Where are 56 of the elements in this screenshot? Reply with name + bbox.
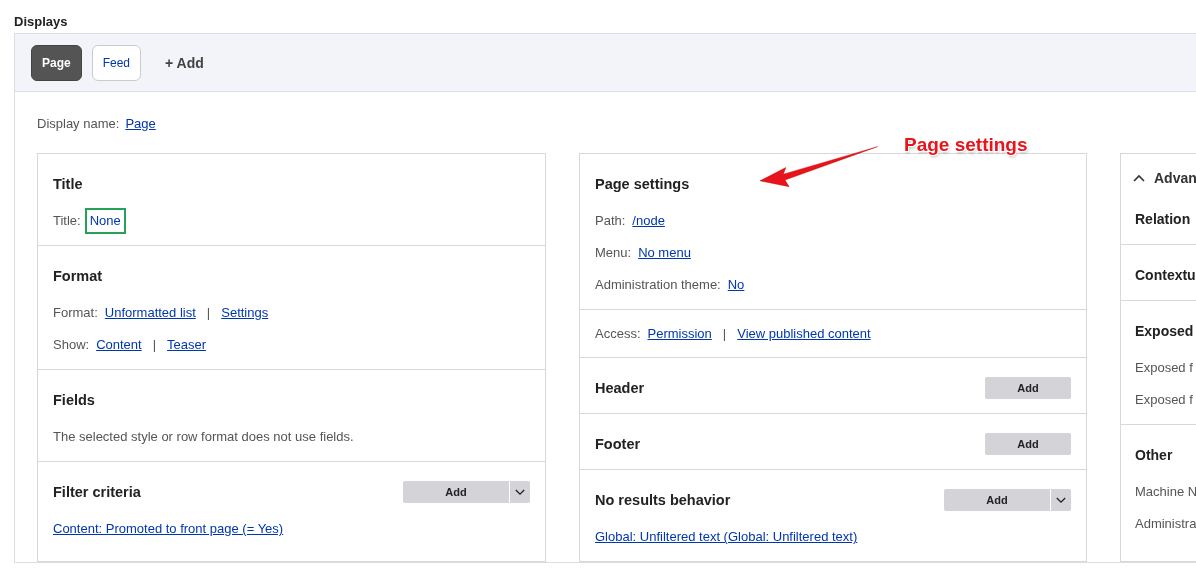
setting-link[interactable]: No menu <box>638 243 691 263</box>
section-title: Page settings <box>595 176 690 192</box>
display-tab[interactable]: Feed <box>91 44 142 81</box>
dropdown-toggle[interactable] <box>509 481 530 503</box>
separator: | <box>721 325 728 343</box>
setting-label: Exposed f <box>1135 391 1193 409</box>
setting-link[interactable]: Unformatted list <box>104 303 196 323</box>
add-button[interactable]: Add <box>944 489 1050 511</box>
display-tab[interactable]: Page <box>31 44 82 81</box>
separator: | <box>205 304 212 322</box>
setting-label: Administra <box>1135 515 1196 533</box>
display-name-link[interactable]: Page <box>125 116 156 131</box>
chevron-down-icon <box>1056 496 1066 504</box>
add-button[interactable]: Add <box>985 433 1071 455</box>
section-title: Relation <box>1135 211 1191 227</box>
section-title: Footer <box>595 436 641 452</box>
setting-label: Access: <box>595 325 641 343</box>
section-title: Header <box>595 380 645 396</box>
setting-link[interactable]: Permission <box>647 324 712 344</box>
dropdown-toggle[interactable] <box>1050 489 1071 511</box>
setting-label: Format: <box>53 304 98 322</box>
setting-link[interactable]: Teaser <box>167 335 207 355</box>
setting-label: Title: <box>53 212 81 230</box>
section-title: Fields <box>53 392 95 408</box>
setting-link[interactable]: /node <box>632 211 665 231</box>
setting-label: Show: <box>53 336 90 354</box>
chevron-down-icon <box>515 488 525 496</box>
section-title: Exposed <box>1135 323 1194 339</box>
setting-link[interactable]: Global: Unfiltered text (Global: Unfiltered text) <box>595 527 858 547</box>
section-title: Contextu <box>1135 267 1196 283</box>
setting-link[interactable]: Settings <box>221 303 269 323</box>
separator: | <box>151 336 158 354</box>
display-name-label: Display name: <box>37 116 120 131</box>
setting-link[interactable]: Content <box>96 335 142 355</box>
section-description: The selected style or row format does not use fields. <box>53 428 355 446</box>
setting-link[interactable]: Content: Promoted to front page (= Yes) <box>53 519 284 539</box>
annotation-label: Page settings <box>904 134 1028 156</box>
setting-link[interactable]: No <box>727 275 745 295</box>
setting-label: Path: <box>595 212 626 230</box>
section-title: Other <box>1135 447 1173 463</box>
advanced-toggle[interactable]: Advan <box>1154 170 1196 186</box>
add-button[interactable]: Add <box>985 377 1071 399</box>
chevron-icon[interactable] <box>1133 174 1145 182</box>
setting-link[interactable]: View published content <box>737 324 871 344</box>
add-button[interactable]: Add <box>403 481 509 503</box>
setting-label: Administration theme: <box>595 276 721 294</box>
section-heading: Displays <box>13 13 69 31</box>
add-display-button[interactable]: + Add <box>159 53 210 72</box>
setting-label: Machine N <box>1135 483 1196 501</box>
section-title: Title <box>53 176 83 192</box>
setting-label: Menu: <box>595 244 632 262</box>
setting-label: Exposed f <box>1135 359 1193 377</box>
section-title: No results behavior <box>595 492 731 508</box>
section-title: Filter criteria <box>53 484 141 500</box>
section-title: Format <box>53 268 103 284</box>
setting-link[interactable]: None <box>87 211 123 231</box>
